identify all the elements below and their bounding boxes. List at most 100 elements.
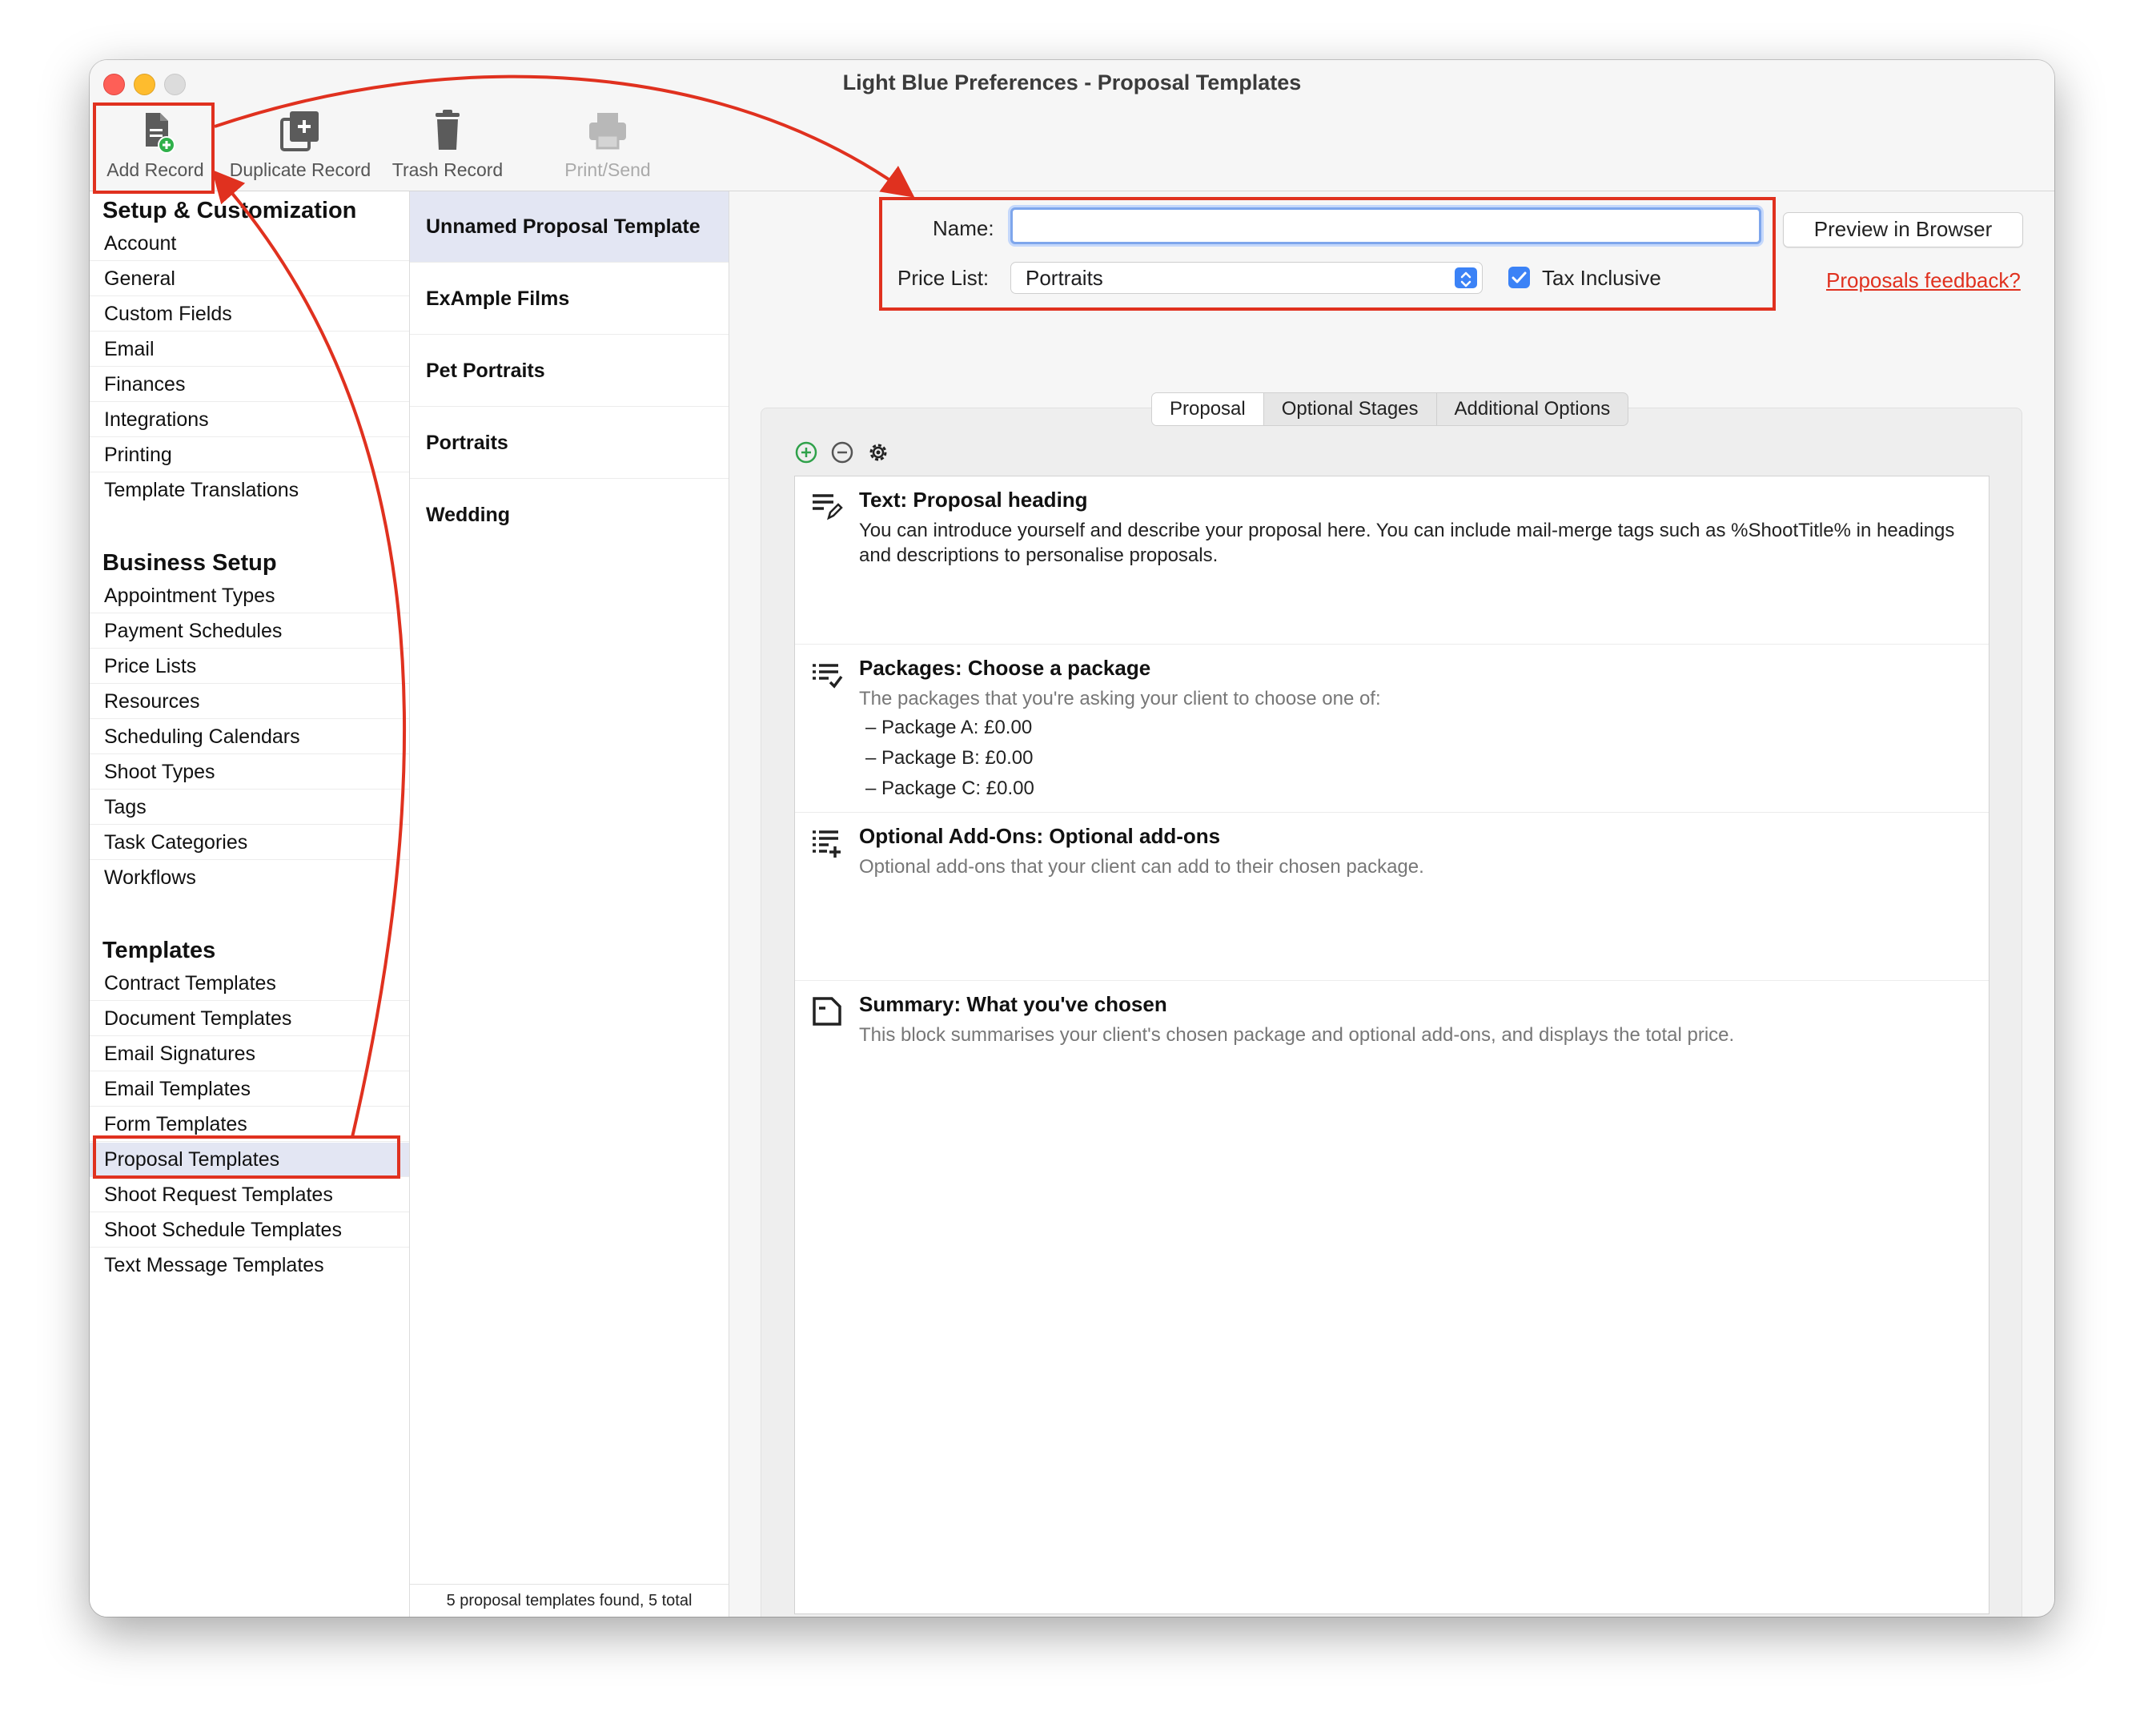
sidebar-item-appointment-types[interactable]: Appointment Types	[90, 579, 409, 613]
sidebar-item-price-lists[interactable]: Price Lists	[90, 649, 409, 684]
sidebar-item-proposal-templates[interactable]: Proposal Templates	[90, 1143, 409, 1177]
sidebar-item-text-message-templates[interactable]: Text Message Templates	[90, 1248, 409, 1283]
sidebar-item-label: Shoot Types	[104, 761, 215, 783]
sidebar-item-label: Contract Templates	[104, 972, 276, 995]
sidebar-item-label: Proposal Templates	[104, 1148, 280, 1171]
block-text[interactable]: Text: Proposal heading You can introduce…	[795, 476, 1989, 645]
block-title: Optional Add-Ons: Optional add-ons	[859, 824, 1221, 848]
preview-in-browser-button[interactable]: Preview in Browser	[1783, 212, 2023, 247]
sidebar-item-shoot-schedule-templates[interactable]: Shoot Schedule Templates	[90, 1213, 409, 1248]
record-item[interactable]: Wedding	[410, 480, 729, 551]
sidebar-item-task-categories[interactable]: Task Categories	[90, 826, 409, 860]
sidebar-item-label: Finances	[104, 373, 186, 396]
sidebar-item-label: Tags	[104, 796, 147, 818]
sidebar-item-resources[interactable]: Resources	[90, 685, 409, 719]
sidebar-item-label: Scheduling Calendars	[104, 725, 300, 748]
sidebar-item-label: Printing	[104, 444, 172, 466]
sidebar-item-payment-schedules[interactable]: Payment Schedules	[90, 614, 409, 649]
print-send-label: Print/Send	[564, 159, 651, 180]
package-line: – Package B: £0.00	[865, 747, 1034, 769]
sidebar-item-label: Email Signatures	[104, 1043, 255, 1065]
sidebar-item-label: Shoot Request Templates	[104, 1183, 333, 1206]
duplicate-record-button[interactable]: Duplicate Record	[224, 108, 376, 181]
titlebar: Light Blue Preferences - Proposal Templa…	[90, 60, 2054, 191]
sidebar-item-label: Account	[104, 232, 177, 255]
sidebar-item-label: Appointment Types	[104, 585, 275, 607]
sidebar-item-contract-templates[interactable]: Contract Templates	[90, 966, 409, 1001]
proposal-blocks: Text: Proposal heading You can introduce…	[794, 476, 1989, 1614]
add-block-icon[interactable]	[794, 440, 818, 464]
tab-additional-options[interactable]: Additional Options	[1437, 393, 1628, 425]
sidebar-item-email[interactable]: Email	[90, 332, 409, 367]
trash-icon	[436, 110, 460, 150]
block-optional-addons[interactable]: Optional Add-Ons: Optional add-ons Optio…	[795, 813, 1989, 981]
sidebar-item-custom-fields[interactable]: Custom Fields	[90, 297, 409, 332]
sidebar-item-shoot-request-templates[interactable]: Shoot Request Templates	[90, 1178, 409, 1212]
sidebar-item-email-signatures[interactable]: Email Signatures	[90, 1037, 409, 1071]
block-summary[interactable]: Summary: What you've chosen This block s…	[795, 981, 1989, 1149]
add-record-button[interactable]: Add Record	[99, 108, 211, 181]
text-edit-icon	[813, 494, 843, 520]
sidebar-item-form-templates[interactable]: Form Templates	[90, 1107, 409, 1142]
record-item[interactable]: Pet Portraits	[410, 336, 729, 407]
block-title: Text: Proposal heading	[859, 488, 1088, 512]
sidebar-item-label: Template Translations	[104, 479, 299, 501]
proposals-feedback-link[interactable]: Proposals feedback?	[1826, 268, 2021, 293]
block-title: Packages: Choose a package	[859, 656, 1151, 680]
remove-block-icon[interactable]	[830, 440, 854, 464]
list-add-icon	[813, 830, 841, 858]
list-check-icon	[813, 664, 843, 689]
sidebar-item-label: Integrations	[104, 408, 209, 431]
section-business-setup: Business Setup	[102, 550, 277, 576]
sidebar-item-label: Resources	[104, 690, 200, 713]
tab-optional-stages[interactable]: Optional Stages	[1264, 393, 1437, 425]
sidebar-item-account[interactable]: Account	[90, 227, 409, 261]
checkmark-icon	[1512, 271, 1527, 283]
sidebar-item-tags[interactable]: Tags	[90, 790, 409, 825]
add-document-icon	[146, 113, 175, 154]
tab-proposal[interactable]: Proposal	[1152, 393, 1264, 425]
sidebar-item-scheduling-calendars[interactable]: Scheduling Calendars	[90, 720, 409, 754]
sidebar-item-printing[interactable]: Printing	[90, 438, 409, 472]
sidebar-item-label: Email	[104, 338, 155, 360]
tax-inclusive-checkbox[interactable]	[1508, 267, 1530, 288]
sidebar-item-label: General	[104, 267, 175, 290]
add-record-label: Add Record	[106, 159, 204, 180]
price-list-select[interactable]: Portraits	[1010, 262, 1483, 294]
sidebar-item-label: Text Message Templates	[104, 1254, 324, 1276]
package-line: – Package A: £0.00	[865, 717, 1033, 738]
record-item[interactable]: ExAmple Films	[410, 263, 729, 335]
sidebar-item-template-translations[interactable]: Template Translations	[90, 473, 409, 508]
price-list-label: Price List:	[897, 266, 990, 290]
block-description: The packages that you're asking your cli…	[859, 688, 1381, 709]
printer-icon	[589, 113, 626, 150]
detail-pane: Name: Price List: Portraits Tax Inclusiv…	[730, 191, 2054, 1617]
name-label: Name:	[933, 216, 994, 240]
price-list-value: Portraits	[1026, 266, 1103, 290]
block-description: This block summarises your client's chos…	[859, 1024, 1735, 1046]
name-input[interactable]	[1010, 207, 1761, 244]
preferences-window: Light Blue Preferences - Proposal Templa…	[90, 60, 2054, 1617]
tab-bar: Proposal Optional Stages Additional Opti…	[1151, 392, 1629, 426]
sidebar-item-document-templates[interactable]: Document Templates	[90, 1002, 409, 1036]
record-item[interactable]: Portraits	[410, 408, 729, 479]
duplicate-icon	[280, 111, 319, 151]
sidebar-item-general[interactable]: General	[90, 262, 409, 296]
sidebar-item-email-templates[interactable]: Email Templates	[90, 1072, 409, 1107]
sidebar-item-label: Price Lists	[104, 655, 197, 677]
chevron-updown-icon	[1455, 267, 1477, 288]
section-templates: Templates	[102, 938, 216, 963]
sidebar-item-finances[interactable]: Finances	[90, 368, 409, 402]
sidebar-item-label: Task Categories	[104, 831, 248, 854]
record-item[interactable]: Unnamed Proposal Template	[410, 191, 729, 263]
records-status: 5 proposal templates found, 5 total	[410, 1584, 729, 1617]
block-title: Summary: What you've chosen	[859, 992, 1167, 1016]
trash-record-button[interactable]: Trash Record	[387, 108, 508, 181]
gear-icon[interactable]	[866, 440, 890, 464]
block-packages[interactable]: Packages: Choose a package The packages …	[795, 645, 1989, 813]
sidebar-item-workflows[interactable]: Workflows	[90, 861, 409, 895]
section-setup-customization: Setup & Customization	[102, 198, 357, 223]
sidebar-item-shoot-types[interactable]: Shoot Types	[90, 755, 409, 790]
print-send-button[interactable]: Print/Send	[556, 108, 660, 181]
sidebar-item-integrations[interactable]: Integrations	[90, 403, 409, 437]
